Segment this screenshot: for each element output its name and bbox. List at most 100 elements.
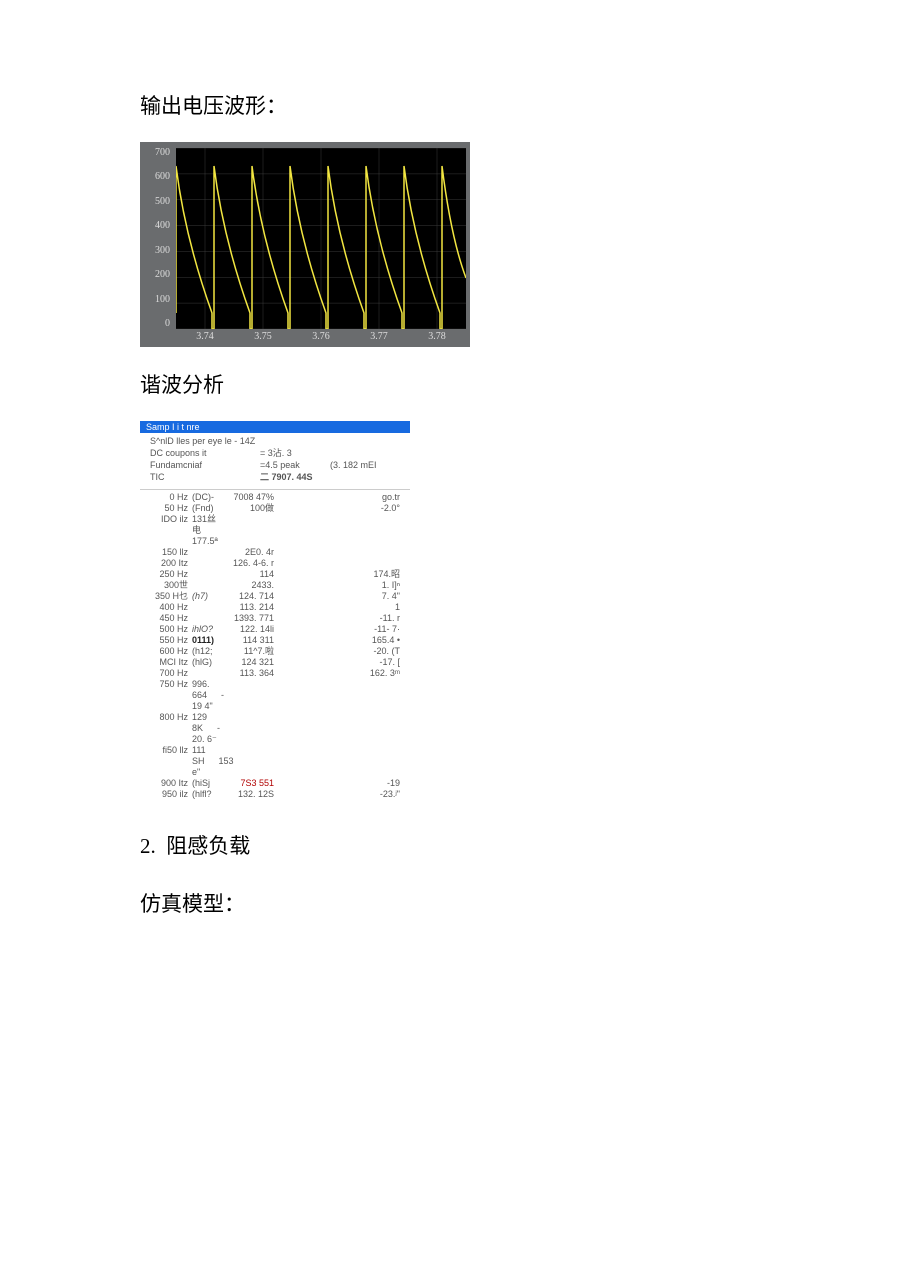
mag-cell: 126. 4-6. r xyxy=(228,558,288,569)
harm-cell: 0111) xyxy=(192,635,228,646)
heading-section-2: 2. 阻感负载 xyxy=(140,830,780,860)
table-row: 50 Hz(Fnd)100做-2.0° xyxy=(150,503,400,514)
harmonics-header: Samp I i t nre xyxy=(140,421,410,433)
x-tick: 3.78 xyxy=(428,331,446,345)
phase-cell: 165.4 • xyxy=(288,635,400,646)
phase-cell: 1. I]ⁿ xyxy=(288,580,400,591)
table-row: fi50 llz111 SH153 e" xyxy=(150,745,400,778)
mag-cell: 122. 14li xyxy=(228,624,288,635)
table-row: 300世2433.1. I]ⁿ xyxy=(150,580,400,591)
mag-cell: 124 321 xyxy=(228,657,288,668)
freq-cell: 900 Itz xyxy=(150,778,192,789)
harm-cell: 129 8K-20. 6⁻ xyxy=(192,712,228,745)
y-tick: 500 xyxy=(140,197,174,207)
freq-cell: 800 Hz xyxy=(150,712,192,745)
table-row: IDO ilz131丝电177.5ª xyxy=(150,514,400,547)
freq-cell: 200 Itz xyxy=(150,558,192,569)
harm-cell xyxy=(192,668,228,679)
x-tick: 3.74 xyxy=(196,331,214,345)
harm-cell xyxy=(192,558,228,569)
mag-cell: 996. 664 xyxy=(192,679,221,700)
mag-cell: 111 SH xyxy=(192,745,219,766)
harm-cell: 111 SH153 e" xyxy=(192,745,228,778)
freq-cell: MCI Itz xyxy=(150,657,192,668)
x-tick: 3.75 xyxy=(254,331,272,345)
y-tick: 300 xyxy=(140,246,174,256)
plot-area xyxy=(176,148,466,329)
table-row: 500 HzihlO?122. 14li-11- 7· xyxy=(150,624,400,635)
phase-cell: r xyxy=(271,547,274,557)
harm-cell: (Fnd) xyxy=(192,503,228,514)
table-row: 0 Hz(DC)-7008 47%go.tr xyxy=(150,492,400,503)
info-cell: TIC xyxy=(150,471,260,483)
freq-cell: 600 Hz xyxy=(150,646,192,657)
phase-cell: -2.0° xyxy=(288,503,400,514)
freq-cell: 550 Hz xyxy=(150,635,192,646)
info-cell: =4.5 peak xyxy=(260,459,330,471)
table-row: MCI Itz(hlG)124 321-17. [ xyxy=(150,657,400,668)
x-tick: 3.76 xyxy=(312,331,330,345)
heading-simulation-model: 仿真模型： xyxy=(140,888,780,918)
mag-cell: 2433. xyxy=(228,580,288,591)
table-row: 700 Hz 113. 364162. 3ᵐ xyxy=(150,668,400,679)
table-row: 950 ilz(hlfl?132. 12S-23.ʲ" xyxy=(150,789,400,800)
freq-cell: 400 Hz xyxy=(150,602,192,613)
y-tick: 700 xyxy=(140,148,174,158)
mag-cell: 1393. 771 xyxy=(228,613,288,624)
mag-cell: 131丝电 xyxy=(192,514,216,535)
harm-cell xyxy=(192,613,228,624)
harm-cell: (hlG) xyxy=(192,657,228,668)
mag-cell: 129 8K xyxy=(192,712,217,733)
freq-cell: 700 Hz xyxy=(150,668,192,679)
y-tick: 200 xyxy=(140,270,174,280)
harmonics-info: S^nlD lles per eye le - 14Z DC coupons i… xyxy=(140,433,410,490)
phase-cell: 174.昭 xyxy=(288,569,400,580)
x-tick: 3.77 xyxy=(370,331,388,345)
mag-cell: 113. 364 xyxy=(228,668,288,679)
info-cell: (3. 182 mEI xyxy=(330,459,377,471)
info-cell: DC coupons it xyxy=(150,447,260,459)
table-row: 400 Hz113. 2141 xyxy=(150,602,400,613)
table-row: 150 llz2E0. 4r xyxy=(150,547,400,558)
harm-cell xyxy=(192,569,228,580)
phase-cell: go.tr xyxy=(288,492,400,503)
table-row: 200 Itz 126. 4-6. r xyxy=(150,558,400,569)
info-cell: Fundamcniaf xyxy=(150,459,260,471)
section-number: 2. xyxy=(140,834,156,858)
harm-cell: (hlfl? xyxy=(192,789,228,800)
phase-cell: 7. 4" xyxy=(288,591,400,602)
freq-cell: 0 Hz xyxy=(150,492,192,503)
table-row: 550 Hz0111)114 311165.4 • xyxy=(150,635,400,646)
harm-cell: (h12; xyxy=(192,646,228,657)
freq-cell: IDO ilz xyxy=(150,514,192,547)
phase-cell: -17. [ xyxy=(288,657,400,668)
phase-cell: -23.ʲ" xyxy=(288,789,400,800)
harmonics-rows: 0 Hz(DC)-7008 47%go.tr50 Hz(Fnd)100做-2.0… xyxy=(140,490,410,802)
mag-cell: 7S3 551 xyxy=(228,778,288,789)
table-row: 250 Hz114174.昭 xyxy=(150,569,400,580)
phase-cell: -6. r xyxy=(258,558,274,568)
phase-cell: 177.5ª xyxy=(192,536,218,546)
phase-cell: 162. 3ᵐ xyxy=(288,668,400,679)
section-title: 阻感负载 xyxy=(166,834,250,858)
y-axis-ticks: 700 600 500 400 300 200 100 0 xyxy=(140,148,174,329)
y-tick: 600 xyxy=(140,172,174,182)
harm-cell xyxy=(192,580,228,591)
y-tick: 0 xyxy=(140,319,174,329)
table-row: 600 Hz(h12;11^7.啦-20. (T xyxy=(150,646,400,657)
info-cell: = 3沾. 3 xyxy=(260,447,330,459)
freq-cell: fi50 llz xyxy=(150,745,192,778)
phase-cell: -11. r xyxy=(288,613,400,624)
freq-cell: 750 Hz xyxy=(150,679,192,712)
heading-waveform: 输出电压波形： xyxy=(140,90,780,120)
harm-cell: 996. 664-19 4" xyxy=(192,679,228,712)
table-row: 900 Itz(hiSj7S3 551-19 xyxy=(150,778,400,789)
table-row: 450 Hz1393. 771-11. r xyxy=(150,613,400,624)
y-tick: 400 xyxy=(140,221,174,231)
mag-cell: 113. 214 xyxy=(228,602,288,613)
phase-cell: -20. (T xyxy=(288,646,400,657)
info-cell: S^nlD lles per eye le - 14Z xyxy=(150,435,260,447)
heading-harmonics: 谐波分析 xyxy=(140,369,780,399)
harm-cell: (h7) xyxy=(192,591,228,602)
mag-cell: 124. 714 xyxy=(228,591,288,602)
